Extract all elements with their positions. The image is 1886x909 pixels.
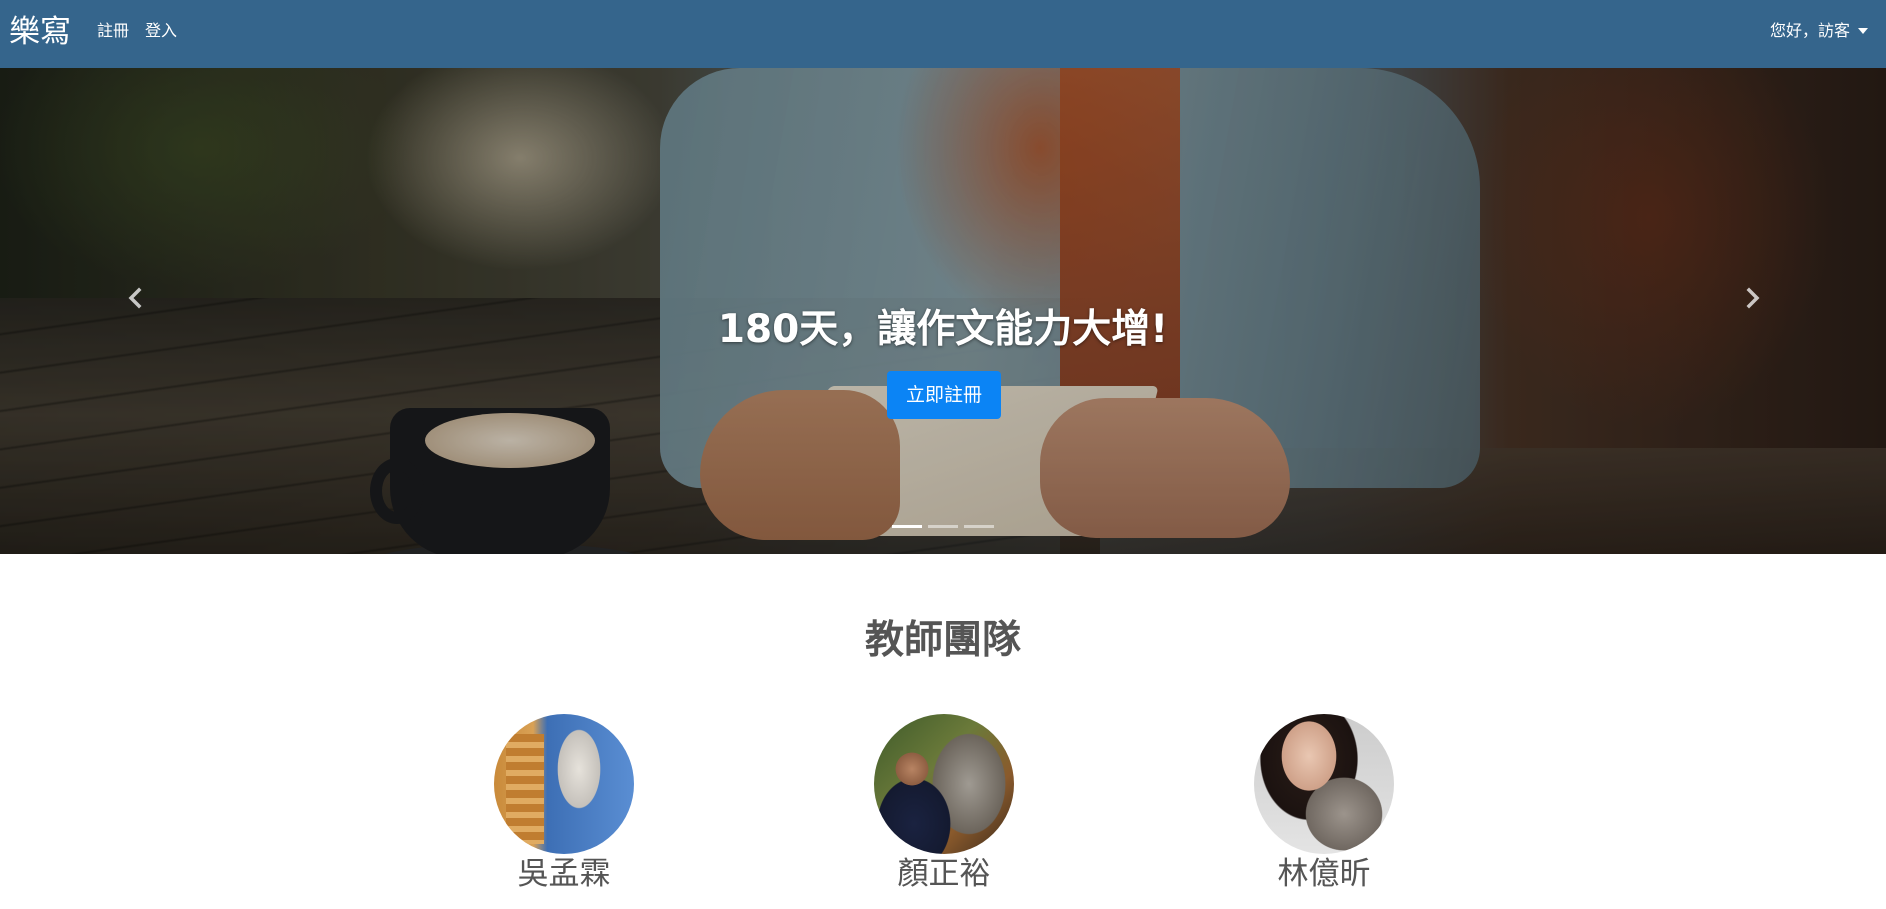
carousel-indicators <box>0 525 1886 528</box>
hero-carousel: 180天，讓作文能力大增! 立即註冊 <box>0 68 1886 554</box>
nav-login-link[interactable]: 登入 <box>145 20 177 42</box>
team-member-card: 林億昕 <box>1204 714 1444 894</box>
caret-down-icon <box>1858 28 1868 34</box>
member-name: 顏正裕 <box>897 856 991 892</box>
hero-headline: 180天，讓作文能力大增! <box>717 307 1169 352</box>
nav-register-link[interactable]: 註冊 <box>97 20 129 42</box>
carousel-indicator-2[interactable] <box>928 525 958 528</box>
team-section-title: 教師團隊 <box>864 618 1021 663</box>
carousel-indicator-3[interactable] <box>964 525 994 528</box>
team-member-card: 吳孟霖 <box>444 714 684 894</box>
user-greeting: 您好，訪客 <box>1769 21 1850 40</box>
member-name: 吳孟霖 <box>517 856 611 892</box>
register-now-button[interactable]: 立即註冊 <box>887 371 1001 419</box>
avatar <box>874 714 1014 854</box>
member-name: 林億昕 <box>1277 856 1371 892</box>
user-menu-dropdown[interactable]: 您好，訪客 <box>1770 20 1868 42</box>
top-navbar: 樂寫 註冊 登入 您好，訪客 <box>0 0 1886 68</box>
avatar <box>1254 714 1394 854</box>
carousel-indicator-1[interactable] <box>892 525 922 528</box>
team-member-card: 顏正裕 <box>824 714 1064 894</box>
brand-logo[interactable]: 樂寫 <box>9 12 71 52</box>
avatar <box>494 714 634 854</box>
